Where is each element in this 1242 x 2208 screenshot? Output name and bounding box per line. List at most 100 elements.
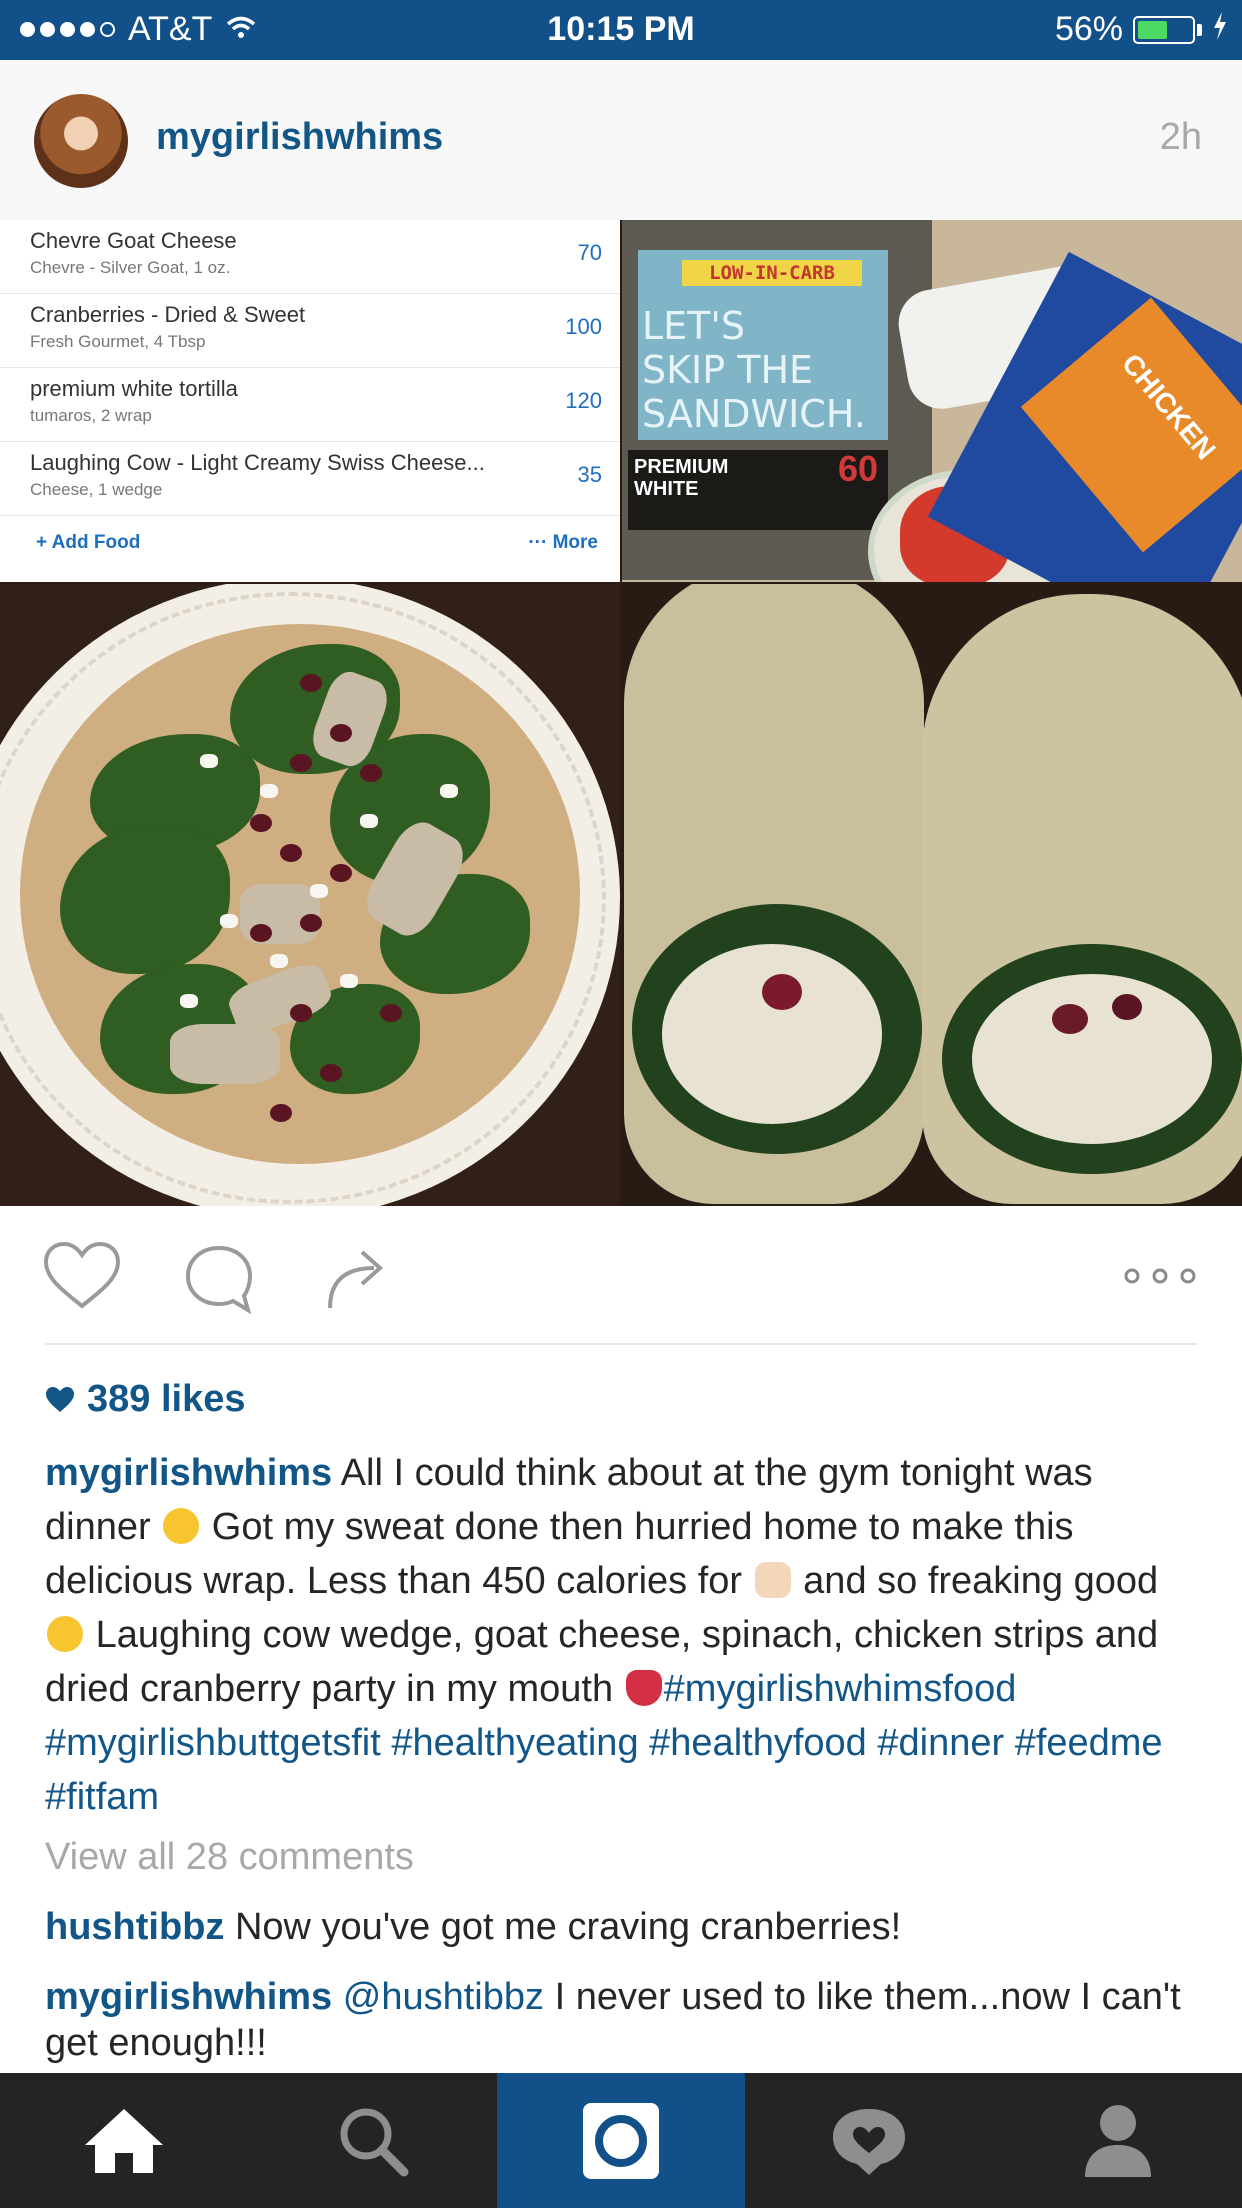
cranberry xyxy=(1052,1004,1088,1034)
food-name: Cranberries - Dried & Sweet xyxy=(30,302,306,327)
battery-status: 56% xyxy=(1055,10,1228,49)
goat-cheese-crumble xyxy=(360,814,378,828)
heart-filled-icon xyxy=(46,1386,74,1412)
food-detail: tumaros, 2 wrap xyxy=(30,406,152,425)
comment-username[interactable]: mygirlishwhims xyxy=(45,1976,332,2018)
food-log-row: Chevre Goat Cheese Chevre - Silver Goat,… xyxy=(0,220,620,294)
slogan-line: LET'S xyxy=(642,304,745,348)
hashtag-link[interactable]: #feedme xyxy=(1015,1722,1163,1764)
activity-icon xyxy=(833,2108,906,2175)
cranberry xyxy=(300,674,322,692)
heart-icon[interactable] xyxy=(42,1240,122,1312)
divider xyxy=(45,1343,1197,1345)
hashtag-link[interactable]: #healthyfood xyxy=(649,1722,867,1764)
goat-cheese-crumble xyxy=(340,974,358,988)
hashtag-link[interactable]: #dinner xyxy=(877,1722,1004,1764)
hashtag-link[interactable]: #mygirlishwhimsfood xyxy=(664,1668,1017,1710)
food-calories: 70 xyxy=(577,240,602,265)
caption-text: and so freaking good xyxy=(803,1560,1159,1602)
cranberry xyxy=(290,1004,312,1022)
goat-cheese-crumble xyxy=(310,884,328,898)
cranberry xyxy=(270,1104,292,1122)
goat-cheese-crumble xyxy=(270,954,288,968)
profile-icon xyxy=(1084,2104,1151,2177)
cranberry xyxy=(360,764,382,782)
cranberry xyxy=(380,1004,402,1022)
food-calories: 120 xyxy=(565,388,602,413)
post-time: 2h xyxy=(1159,116,1202,158)
cranberry xyxy=(320,1064,342,1082)
tab-home[interactable] xyxy=(0,2073,248,2208)
cranberry xyxy=(762,974,802,1010)
ingredients-photo: LOW-IN-CARB LET'S SKIP THE SANDWICH. PRE… xyxy=(622,220,1242,582)
grinning-emoji-icon xyxy=(163,1508,200,1544)
post-photo[interactable]: Chevre Goat Cheese Chevre - Silver Goat,… xyxy=(0,220,1242,1206)
tab-activity[interactable] xyxy=(745,2073,993,2208)
hashtag-link[interactable]: #mygirlishbuttgetsfit xyxy=(45,1722,381,1764)
chicken-strip xyxy=(170,1024,280,1084)
food-name: premium white tortilla xyxy=(30,376,238,401)
cranberry xyxy=(300,914,322,932)
hashtag-link[interactable]: #healthyeating xyxy=(391,1722,638,1764)
battery-percent: 56% xyxy=(1054,10,1123,48)
likes-count[interactable]: 389 likes xyxy=(45,1378,245,1421)
food-name: Laughing Cow - Light Creamy Swiss Cheese… xyxy=(30,450,485,475)
comment-username[interactable]: hushtibbz xyxy=(45,1906,224,1948)
home-icon xyxy=(85,2108,164,2173)
more-dots-icon[interactable] xyxy=(1124,1266,1196,1286)
calorie-badge: 60 xyxy=(838,448,879,489)
food-calories: 100 xyxy=(565,314,602,339)
food-log-panel: Chevre Goat Cheese Chevre - Silver Goat,… xyxy=(0,220,620,582)
cranberry xyxy=(330,724,352,742)
post-header: mygirlishwhims 2h xyxy=(0,60,1242,221)
food-log-row: Laughing Cow - Light Creamy Swiss Cheese… xyxy=(0,442,620,516)
avatar[interactable] xyxy=(34,94,128,188)
hashtag-link[interactable]: #fitfam xyxy=(45,1776,159,1818)
heart-eyes-emoji-icon xyxy=(47,1616,83,1652)
goat-cheese-crumble xyxy=(200,754,218,768)
wrap-filling xyxy=(972,974,1212,1144)
goat-cheese-crumble xyxy=(440,784,458,798)
food-detail: Chevre - Silver Goat, 1 oz. xyxy=(30,258,231,277)
food-log-row: Cranberries - Dried & Sweet Fresh Gourme… xyxy=(0,294,620,368)
food-name: Chevre Goat Cheese xyxy=(30,228,237,253)
camera-icon xyxy=(582,2102,659,2179)
food-detail: Fresh Gourmet, 4 Tbsp xyxy=(30,332,206,351)
battery-icon xyxy=(1133,15,1195,44)
likes-label: 389 likes xyxy=(87,1378,246,1420)
post-username[interactable]: mygirlishwhims xyxy=(156,116,443,159)
comment-item: mygirlishwhims @hushtibbz I never used t… xyxy=(45,1974,1205,2066)
comment-mention[interactable]: @hushtibbz xyxy=(343,1976,544,2018)
comment-icon[interactable] xyxy=(182,1242,256,1316)
tab-bar xyxy=(0,2073,1242,2208)
more-link: ··· More xyxy=(528,532,598,553)
action-bar xyxy=(0,1206,1242,1346)
charging-bolt-icon xyxy=(1212,11,1228,48)
share-arrow-icon[interactable] xyxy=(322,1242,392,1312)
victory-hand-emoji-icon xyxy=(754,1562,791,1598)
goat-cheese-crumble xyxy=(220,914,238,928)
slogan-line: SKIP THE xyxy=(642,348,814,392)
status-bar: AT&T 10:15 PM 56% xyxy=(0,0,1242,60)
caption-username[interactable]: mygirlishwhims xyxy=(45,1452,332,1494)
cranberry xyxy=(250,924,272,942)
comment-text: Now you've got me craving cranberries! xyxy=(234,1906,902,1948)
tab-search[interactable] xyxy=(248,2073,496,2208)
tab-camera[interactable] xyxy=(496,2073,746,2208)
add-food-link: + Add Food xyxy=(36,532,141,553)
goat-cheese-crumble xyxy=(260,784,278,798)
goat-cheese-crumble xyxy=(180,994,198,1008)
food-calories: 35 xyxy=(577,462,602,487)
rolled-wrap-photo xyxy=(622,584,1242,1206)
search-icon xyxy=(340,2108,409,2176)
view-all-comments-link[interactable]: View all 28 comments xyxy=(45,1836,414,1879)
caption: mygirlishwhims All I could think about a… xyxy=(45,1446,1205,1824)
food-detail: Cheese, 1 wedge xyxy=(30,480,163,499)
battery-fill xyxy=(1138,20,1167,39)
cranberry xyxy=(280,844,302,862)
cranberry xyxy=(1112,994,1142,1020)
tab-profile[interactable] xyxy=(994,2073,1242,2208)
cranberry xyxy=(250,814,272,832)
package-slogan: LET'S SKIP THE SANDWICH. xyxy=(642,304,866,436)
wrap-filling xyxy=(662,944,882,1124)
